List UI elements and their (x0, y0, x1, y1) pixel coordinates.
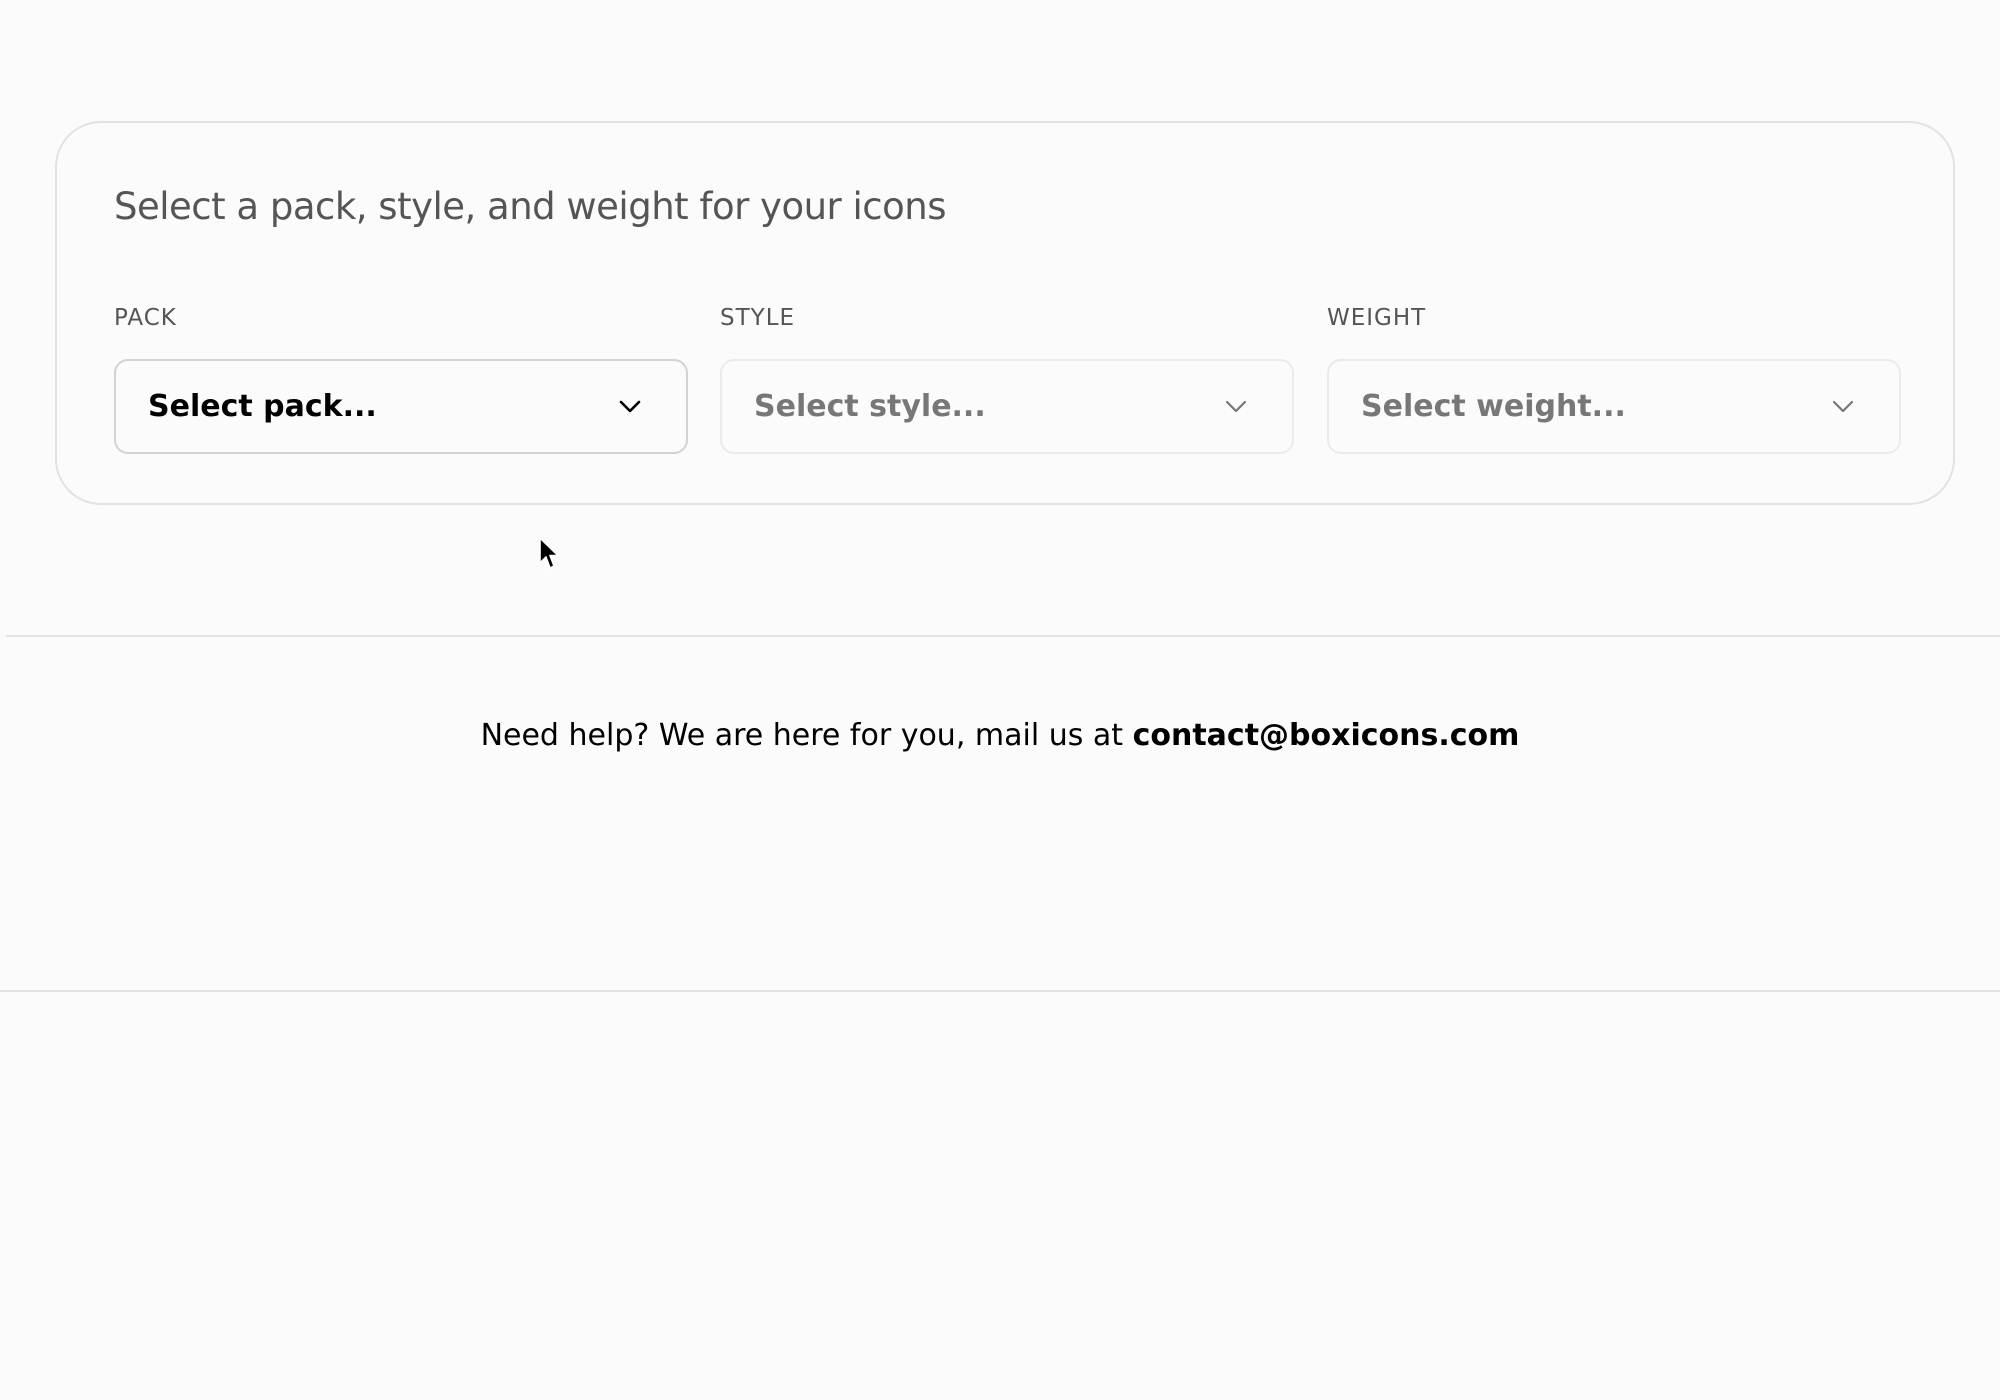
style-select[interactable]: Select style... (720, 359, 1294, 454)
top-divider (6, 635, 2000, 637)
help-text: Need help? We are here for you, mail us … (480, 718, 1133, 753)
pack-label: PACK (114, 305, 177, 331)
help-email-link[interactable]: contact@boxicons.com (1133, 718, 1520, 753)
pack-field: PACK Select pack... (114, 303, 688, 454)
chevron-down-icon (1832, 400, 1854, 413)
weight-label: WEIGHT (1327, 305, 1427, 331)
pack-select-value: Select pack... (148, 389, 377, 424)
weight-select[interactable]: Select weight... (1327, 359, 1901, 454)
picker-title: Select a pack, style, and weight for you… (114, 185, 947, 228)
style-field: STYLE Select style... (720, 303, 1294, 454)
pack-select[interactable]: Select pack... (114, 359, 688, 454)
help-message: Need help? We are here for you, mail us … (0, 718, 2000, 753)
weight-select-value: Select weight... (1361, 389, 1626, 424)
chevron-down-icon (619, 400, 641, 413)
style-select-value: Select style... (754, 389, 986, 424)
style-label: STYLE (720, 305, 796, 331)
icon-picker-card: Select a pack, style, and weight for you… (55, 121, 1955, 505)
bottom-divider (0, 990, 2000, 992)
weight-field: WEIGHT Select weight... (1327, 303, 1901, 454)
chevron-down-icon (1225, 400, 1247, 413)
mouse-pointer-icon (539, 537, 559, 569)
